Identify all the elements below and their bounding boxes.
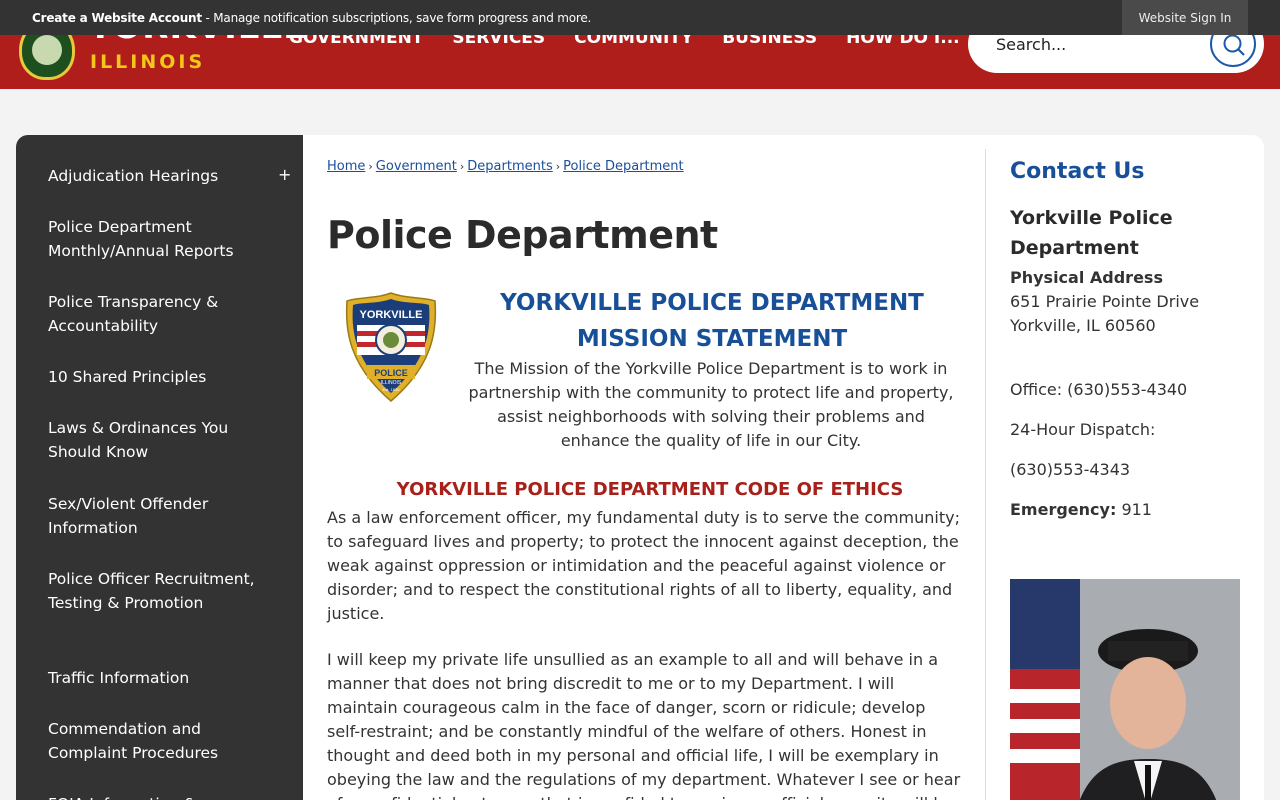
dispatch-label: 24-Hour Dispatch: <box>1010 420 1156 439</box>
badge-bottom-text: POLICE <box>374 368 408 378</box>
breadcrumb-departments[interactable]: Departments <box>467 159 552 174</box>
sidebar-item-traffic[interactable]: Traffic Information <box>48 666 268 690</box>
account-message: Create a Website Account - Manage notifi… <box>32 11 591 25</box>
expand-icon[interactable]: + <box>278 165 291 184</box>
office-phone[interactable]: Office: (630)553-4340 <box>1010 380 1187 399</box>
sidebar-item-recruitment[interactable]: Police Officer Recruitment, Testing & Pr… <box>48 567 268 615</box>
ethics-paragraph-2: I will keep my private life unsullied as… <box>327 650 961 800</box>
contact-dept-name: Yorkville Police Department <box>1010 207 1173 259</box>
emergency-line: Emergency: 911 <box>1010 500 1152 519</box>
mission-title: YORKVILLE POLICE DEPARTMENT MISSION STAT… <box>500 290 924 352</box>
sidebar-item-laws-ordinances[interactable]: Laws & Ordinances You Should Know <box>48 416 268 464</box>
create-account-link[interactable]: Create a Website Account <box>32 11 202 25</box>
address-label: Physical Address <box>1010 268 1163 287</box>
sidebar-item-shared-principles[interactable]: 10 Shared Principles <box>48 365 268 389</box>
logo-state-name[interactable]: ILLINOIS <box>90 51 205 73</box>
search-input[interactable] <box>996 32 1196 56</box>
badge-est-text: Est. 1836 <box>383 387 401 392</box>
badge-state-text: ILLINOIS <box>381 380 402 386</box>
breadcrumb-home[interactable]: Home <box>327 159 365 174</box>
page-title: Police Department <box>327 213 718 257</box>
sidebar-item-foia[interactable]: FOIA Information & <box>48 792 268 800</box>
column-divider <box>985 149 986 800</box>
sidebar-item-commendation[interactable]: Commendation and Complaint Procedures <box>48 717 268 765</box>
sidebar-item-offender-info[interactable]: Sex/Violent Offender Information <box>48 492 268 540</box>
account-message-text: - Manage notification subscriptions, sav… <box>201 10 592 25</box>
police-chief-photo <box>1010 579 1240 800</box>
sidebar-item-reports[interactable]: Police Department Monthly/Annual Reports <box>48 215 268 263</box>
dispatch-phone[interactable]: (630)553-4343 <box>1010 460 1130 479</box>
breadcrumb: Home › Government › Departments › Police Depar… <box>327 159 684 174</box>
breadcrumb-separator: › <box>459 160 465 173</box>
emergency-label: Emergency: <box>1010 500 1117 519</box>
breadcrumb-separator: › <box>368 160 373 173</box>
sign-in-button[interactable]: Website Sign In <box>1122 0 1248 35</box>
badge-top-text: YORKVILLE <box>360 309 423 321</box>
sidebar-item-adjudication-hearings[interactable]: Adjudication Hearings <box>48 164 268 188</box>
account-notification-bar: Create a Website Account - Manage notifi… <box>0 0 1280 35</box>
sidebar-nav: Adjudication Hearings + Police Departmen… <box>16 135 303 800</box>
breadcrumb-police-department[interactable]: Police Department <box>563 159 684 174</box>
search-icon <box>1223 34 1245 56</box>
ethics-paragraph-1: As a law enforcement officer, my fundame… <box>327 508 960 623</box>
contact-heading: Contact Us <box>1010 159 1145 184</box>
police-badge-image: YORKVILLE POLICE ILLINOIS Est. 1836 <box>345 292 437 402</box>
emergency-number[interactable]: 911 <box>1116 500 1152 519</box>
address-line-1: 651 Prairie Pointe Drive <box>1010 292 1200 311</box>
sidebar-item-transparency[interactable]: Police Transparency & Accountability <box>48 290 268 338</box>
mission-text: The Mission of the Yorkville Police Depa… <box>468 359 954 450</box>
address-line-2: Yorkville, IL 60560 <box>1010 316 1156 335</box>
breadcrumb-separator: › <box>555 160 561 173</box>
ethics-title: YORKVILLE POLICE DEPARTMENT CODE OF ETHI… <box>396 479 904 500</box>
breadcrumb-government[interactable]: Government <box>376 159 457 174</box>
